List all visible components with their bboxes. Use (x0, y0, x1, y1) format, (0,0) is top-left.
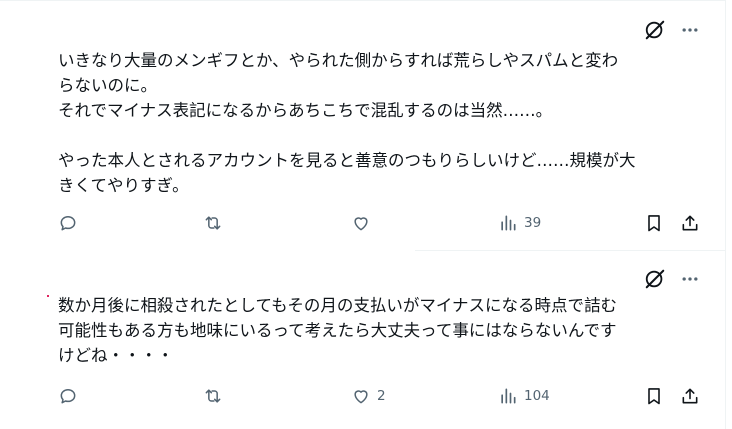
post-top-actions (644, 268, 700, 290)
post-text-line: らないのに。 (58, 76, 157, 95)
post-text-line: それでマイナス表記になるからあちこちで混乱するのは当然……。 (58, 101, 553, 120)
views-button[interactable]: 104 (498, 386, 550, 406)
bookmark-button[interactable] (644, 213, 664, 233)
views-icon (501, 388, 516, 404)
view-count: 39 (524, 215, 542, 231)
views-button[interactable]: 39 (498, 213, 541, 233)
post-text-line: 可能性もある方も地味にいるって考えたら大丈夫って事にはならないんです (58, 321, 617, 340)
share-button[interactable] (680, 386, 700, 406)
grok-icon[interactable] (644, 19, 666, 41)
heart-icon (354, 390, 368, 404)
share-icon (682, 388, 698, 404)
post[interactable]: 数か月後に相殺されたとしてもその月の支払いがマイナスになる時点で詰む 可能性もあ… (0, 250, 726, 429)
bookmark-icon (648, 215, 660, 232)
share-icon (682, 215, 698, 231)
post-text-blank-line (58, 123, 702, 148)
more-icon[interactable] (680, 269, 700, 289)
post-top-actions (644, 19, 700, 41)
like-button[interactable] (351, 213, 377, 233)
retweet-button[interactable] (203, 386, 223, 406)
reply-button[interactable] (58, 213, 78, 233)
bookmark-button[interactable] (644, 386, 664, 406)
post-text: いきなり大量のメンギフとか、やられた側からすれば荒らしやスパムと変わ らないのに… (58, 48, 702, 198)
post-text-line: いきなり大量のメンギフとか、やられた側からすれば荒らしやスパムと変わ (58, 51, 619, 70)
share-button[interactable] (680, 213, 700, 233)
bookmark-icon (648, 388, 660, 405)
post-text-line: 数か月後に相殺されたとしてもその月の支払いがマイナスになる時点で詰む (58, 296, 618, 315)
retweet-icon (205, 216, 221, 230)
post-text-line: やった本人とされるアカウントを見ると善意のつもりらしいけど……規模が大 (58, 151, 636, 170)
post-action-bar: 2 104 (58, 386, 708, 410)
views-icon (501, 215, 516, 231)
more-icon[interactable] (680, 20, 700, 40)
reply-icon (60, 216, 76, 231)
heart-icon (354, 217, 368, 231)
view-count: 104 (524, 388, 550, 404)
post[interactable]: いきなり大量のメンギフとか、やられた側からすれば荒らしやスパムと変わ らないのに… (0, 0, 726, 251)
retweet-button[interactable] (203, 213, 223, 233)
like-count: 2 (377, 388, 386, 404)
thread-mark (47, 295, 49, 297)
like-button[interactable]: 2 (351, 386, 386, 406)
reply-icon (60, 389, 76, 404)
retweet-icon (205, 389, 221, 403)
reply-button[interactable] (58, 386, 78, 406)
post-text-line: けどね・・・・ (58, 346, 174, 365)
post-text: 数か月後に相殺されたとしてもその月の支払いがマイナスになる時点で詰む 可能性もあ… (58, 293, 702, 368)
grok-icon[interactable] (644, 268, 666, 290)
post-action-bar: 39 (58, 213, 708, 237)
post-text-line: きくてやりすぎ。 (58, 176, 189, 195)
